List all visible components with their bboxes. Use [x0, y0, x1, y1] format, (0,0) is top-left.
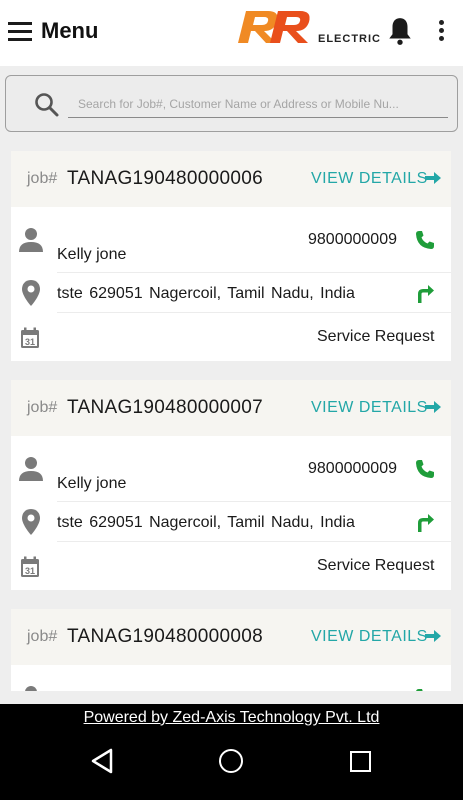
job-list: job# TANAG190480000006 VIEW DETAILS Kell… — [11, 151, 451, 691]
person-icon — [19, 457, 43, 481]
job-label: job# — [27, 399, 58, 416]
calendar-icon: 31 — [21, 327, 39, 348]
job-card-header: job# TANAG190480000008 VIEW DETAILS — [11, 609, 451, 665]
job-card: job# TANAG190480000008 VIEW DETAILS — [11, 609, 451, 691]
app-root: Menu ELECTRIC job# TANAG190480000006 V — [0, 0, 463, 800]
job-card-header: job# TANAG190480000006 VIEW DETAILS — [11, 151, 451, 207]
customer-name: Kelly jone — [57, 475, 127, 492]
customer-row — [11, 665, 451, 691]
calendar-icon: 31 — [21, 556, 39, 577]
mobile-number: 9800000009 — [308, 460, 397, 477]
phone-icon[interactable] — [415, 688, 435, 691]
search-icon[interactable] — [34, 92, 60, 118]
page-title: Menu — [41, 18, 99, 43]
directions-icon[interactable] — [415, 511, 435, 533]
address: tste 629051 Nagercoil, Tamil Nadu, India — [57, 285, 355, 302]
person-icon — [25, 686, 37, 691]
logo-text: ELECTRIC — [318, 33, 381, 45]
job-label: job# — [27, 628, 58, 645]
service-row: 31 Service Request — [11, 313, 451, 361]
search-input[interactable] — [68, 90, 448, 118]
job-number: TANAG190480000007 — [67, 397, 263, 418]
phone-icon[interactable] — [415, 459, 435, 479]
address: tste 629051 Nagercoil, Tamil Nadu, India — [57, 514, 355, 531]
job-card: job# TANAG190480000006 VIEW DETAILS Kell… — [11, 151, 451, 361]
job-card-header: job# TANAG190480000007 VIEW DETAILS — [11, 380, 451, 436]
hamburger-menu-icon[interactable] — [8, 22, 32, 42]
overflow-menu-icon[interactable] — [436, 20, 446, 44]
powered-by-link[interactable]: Powered by Zed-Axis Technology Pvt. Ltd — [0, 709, 463, 727]
phone-icon[interactable] — [415, 230, 435, 250]
service-type: Service Request — [317, 328, 435, 345]
view-details-link[interactable]: VIEW DETAILS — [311, 399, 428, 417]
arrow-right-icon[interactable] — [425, 400, 441, 414]
footer-bar: Powered by Zed-Axis Technology Pvt. Ltd — [0, 704, 463, 800]
directions-icon[interactable] — [415, 282, 435, 304]
arrow-right-icon[interactable] — [425, 171, 441, 185]
notification-bell-icon[interactable] — [387, 16, 413, 46]
recent-apps-icon[interactable] — [350, 751, 371, 772]
view-details-link[interactable]: VIEW DETAILS — [311, 628, 428, 646]
view-details-link[interactable]: VIEW DETAILS — [311, 170, 428, 188]
back-icon[interactable] — [90, 748, 114, 774]
svg-text:31: 31 — [25, 566, 35, 576]
svg-text:31: 31 — [25, 337, 35, 347]
app-header: Menu ELECTRIC — [0, 0, 463, 66]
service-row: 31 Service Request — [11, 542, 451, 590]
person-icon — [19, 228, 43, 252]
address-row: tste 629051 Nagercoil, Tamil Nadu, India — [11, 502, 451, 542]
customer-row: Kelly jone 9800000009 — [11, 436, 451, 502]
job-number: TANAG190480000008 — [67, 626, 263, 647]
home-icon[interactable] — [219, 749, 243, 773]
service-type: Service Request — [317, 557, 435, 574]
address-row: tste 629051 Nagercoil, Tamil Nadu, India — [11, 273, 451, 313]
customer-name: Kelly jone — [57, 246, 127, 263]
job-card: job# TANAG190480000007 VIEW DETAILS Kell… — [11, 380, 451, 590]
job-label: job# — [27, 170, 58, 187]
search-bar — [5, 75, 458, 132]
arrow-right-icon[interactable] — [425, 629, 441, 643]
location-pin-icon — [22, 509, 40, 535]
mobile-number: 9800000009 — [308, 231, 397, 248]
job-number: TANAG190480000006 — [67, 168, 263, 189]
customer-row: Kelly jone 9800000009 — [11, 207, 451, 273]
location-pin-icon — [22, 280, 40, 306]
